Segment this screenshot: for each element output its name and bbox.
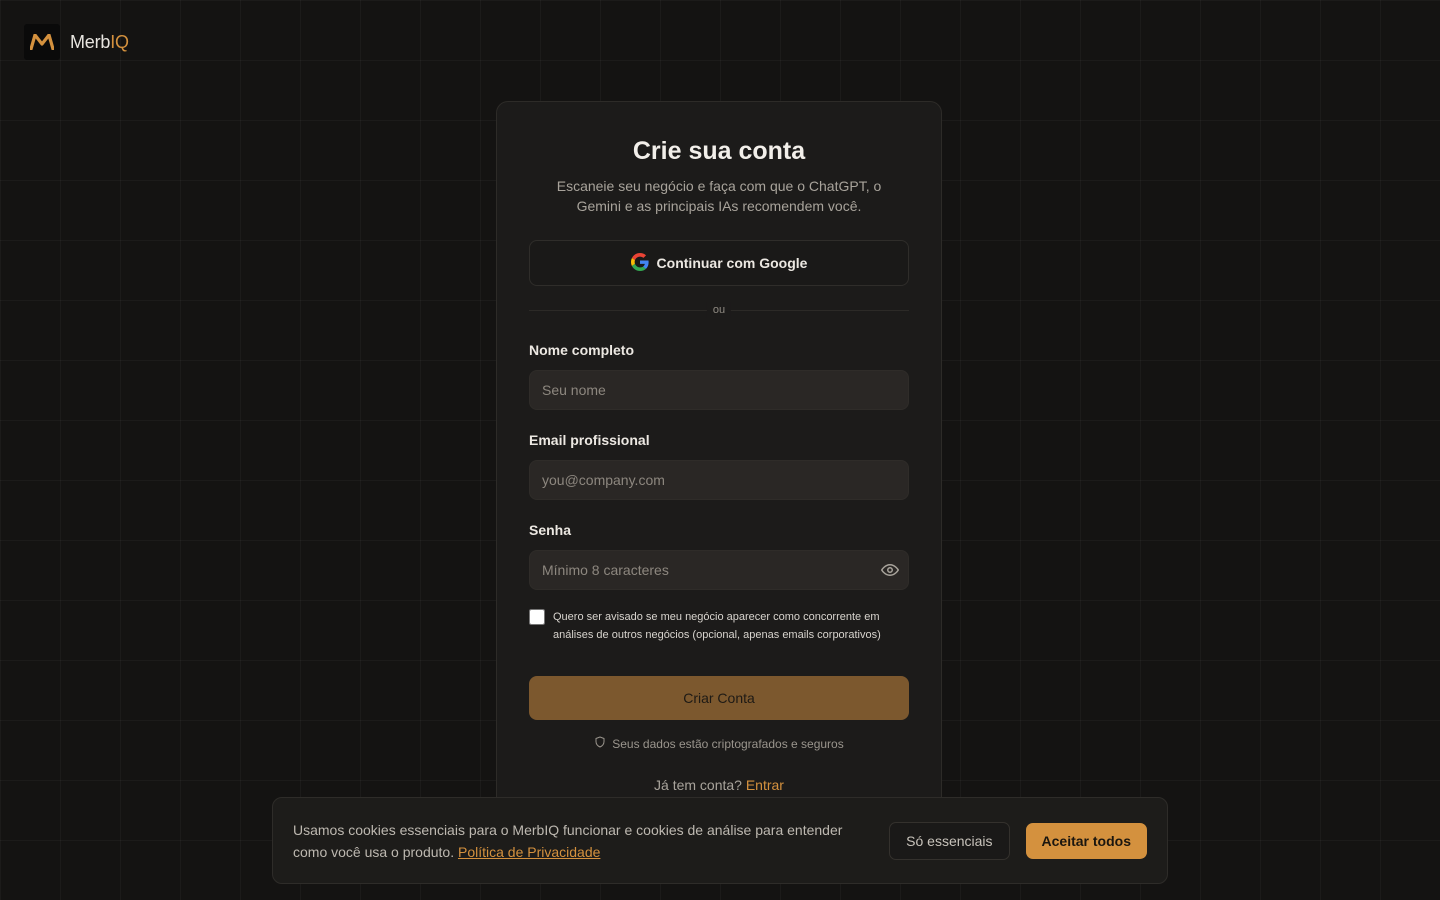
brand-logo[interactable]: MerbIQ [24,24,129,60]
show-password-eye-icon[interactable] [881,561,899,579]
email-label: Email profissional [529,432,650,448]
name-input[interactable] [529,370,909,410]
page-title: Crie sua conta [632,137,806,165]
email-input[interactable] [529,460,909,500]
login-link[interactable]: Entrar [746,777,784,793]
security-note-text: Seus dados estão criptografados e seguro… [612,736,844,751]
competitor-alert-label: Quero ser avisado se meu negócio aparece… [553,611,881,641]
privacy-policy-link[interactable]: Política de Privacidade [458,844,600,860]
google-signin-label: Continuar com Google [656,255,808,271]
divider-text: ou [706,302,732,318]
brand-name-accent: IQ [110,31,129,52]
brand-name: MerbIQ [70,32,129,53]
accept-all-cookies-button[interactable]: Aceitar todos [1025,822,1147,859]
page-subtitle: Escaneie seu negócio e faça com que o Ch… [556,178,882,214]
shield-icon [594,736,606,751]
login-prompt-row: Já tem conta? Entrar [529,777,909,793]
password-input[interactable] [529,550,909,590]
name-label: Nome completo [529,342,635,358]
google-icon [630,252,649,274]
signup-card: Crie sua conta Escaneie seu negócio e fa… [496,101,942,841]
cookie-banner: Usamos cookies essenciais para o MerbIQ … [272,797,1168,884]
google-signin-button[interactable]: Continuar com Google [529,240,909,286]
competitor-alert-row: Quero ser avisado se meu negócio aparece… [529,608,909,644]
logo-mark-icon [24,24,60,60]
essential-cookies-button[interactable]: Só essenciais [889,821,1010,860]
competitor-alert-checkbox[interactable] [529,609,545,625]
or-divider: ou [529,302,909,318]
create-account-button[interactable]: Criar Conta [529,676,909,720]
cookie-text-block: Usamos cookies essenciais para o MerbIQ … [293,819,873,863]
brand-name-main: Merb [70,31,111,52]
password-label: Senha [529,522,572,538]
login-prompt: Já tem conta? [654,777,742,793]
security-note: Seus dados estão criptografados e seguro… [529,736,909,751]
